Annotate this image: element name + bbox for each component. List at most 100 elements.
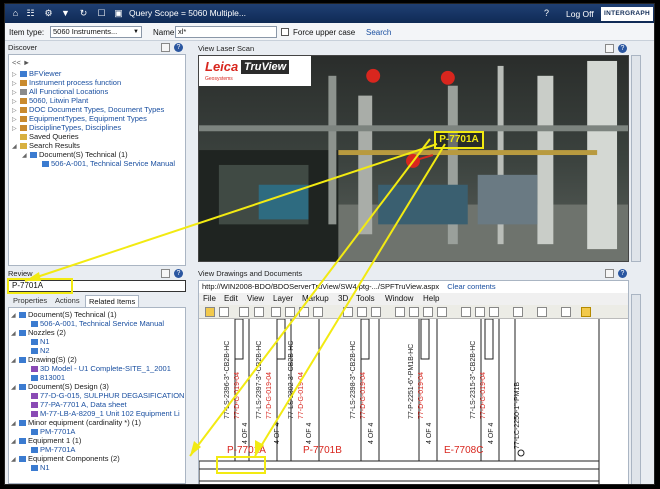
document-icon[interactable]: ☐ xyxy=(96,8,107,19)
panel-menu-icon[interactable] xyxy=(605,269,614,278)
measure-icon[interactable] xyxy=(489,307,499,317)
pipe-line-label[interactable]: 4 OF 4 xyxy=(426,422,433,444)
tree-item[interactable]: PM-7701A xyxy=(31,427,75,436)
pipe-line-label[interactable]: 77-P-2251-6"-PM1B-HC xyxy=(408,344,415,419)
filter-icon[interactable]: ▼ xyxy=(60,8,71,19)
menu-window[interactable]: Window xyxy=(385,293,413,305)
scan-callout-label[interactable]: P-7701A xyxy=(434,131,484,149)
select-icon[interactable] xyxy=(357,307,367,317)
tree-item[interactable]: 77-D-G-015, SULPHUR DEGASIFICATION xyxy=(31,391,184,400)
chevron-down-icon[interactable]: ▼ xyxy=(133,29,139,35)
tree-item[interactable]: ◢ Equipment Components (2) xyxy=(11,454,120,465)
pipe-line-label[interactable]: 77-LC-2250-1"-PM1B xyxy=(514,382,521,449)
tab-properties[interactable]: Properties xyxy=(10,295,50,307)
pipe-line-label[interactable]: 77-LS-2302-3"-CB2B-HC xyxy=(288,341,295,419)
info-icon[interactable]: ? xyxy=(174,43,183,52)
panel-menu-icon[interactable] xyxy=(161,269,170,278)
tree-item[interactable]: 506-A-001, Technical Service Manual xyxy=(31,319,164,328)
tab-actions[interactable]: Actions xyxy=(52,295,83,307)
collapse-toggle[interactable]: << ► xyxy=(12,58,30,67)
grid-icon[interactable]: ☷ xyxy=(25,8,36,19)
menu-tools[interactable]: Tools xyxy=(356,293,375,305)
tree-item[interactable]: 3D Model - U1 Complete-SITE_1_2001 xyxy=(31,364,171,373)
paste-icon[interactable] xyxy=(285,307,295,317)
menu-file[interactable]: File xyxy=(203,293,216,305)
edit-icon[interactable] xyxy=(561,307,571,317)
layer-icon[interactable] xyxy=(475,307,485,317)
info-icon[interactable]: ? xyxy=(618,44,627,53)
drawings-scrollbar[interactable] xyxy=(631,294,641,484)
info-icon[interactable]: ? xyxy=(618,269,627,278)
pipe-line-label[interactable]: 4 OF 4 xyxy=(488,422,495,444)
pipe-line-label[interactable]: 77-D-G-019-04 xyxy=(298,372,305,419)
pipe-line-label[interactable]: 4 OF 4 xyxy=(306,422,313,444)
pipe-line-label[interactable]: 4 OF 4 xyxy=(274,422,281,444)
find-icon[interactable] xyxy=(343,307,353,317)
pipe-line-label[interactable]: 77-LS-2398-3"-CB2B-HC xyxy=(350,341,357,419)
pipe-line-label[interactable]: 77-D-G-019-04 xyxy=(234,372,241,419)
force-upper-checkbox[interactable] xyxy=(281,28,289,36)
help-icon[interactable]: ? xyxy=(541,8,552,19)
pipe-line-label[interactable]: 77-D-G-019-04 xyxy=(360,372,367,419)
laser-scan-view[interactable]: Leica TruView Geosystems P-7701A xyxy=(198,55,629,262)
delete-icon[interactable] xyxy=(299,307,309,317)
clear-contents-link[interactable]: Clear contents xyxy=(447,282,495,291)
pipe-line-label[interactable]: 77-LS-2397-3"-CB2B-HC xyxy=(256,341,263,419)
tree-item[interactable]: 77-PA-7701 A, Data sheet xyxy=(31,400,127,409)
panel-menu-icon[interactable] xyxy=(161,43,170,52)
equipment-label[interactable]: P-7701A xyxy=(227,445,266,456)
equipment-label[interactable]: P-7701B xyxy=(303,445,342,456)
review-input[interactable]: P-7701A xyxy=(8,280,186,292)
refresh-icon[interactable]: ↻ xyxy=(78,8,89,19)
search-link[interactable]: Search xyxy=(366,28,391,37)
logoff-link[interactable]: Log Off xyxy=(566,9,594,19)
pipe-line-label[interactable]: 77-D-G-019-04 xyxy=(480,372,487,419)
window-icon[interactable]: ▣ xyxy=(113,8,124,19)
copy-icon[interactable] xyxy=(254,307,264,317)
markup-icon[interactable] xyxy=(461,307,471,317)
pipe-line-label[interactable]: 77-D-G-019-04 xyxy=(418,372,425,419)
pipe-line-label[interactable]: 77-D-G-019-04 xyxy=(266,372,273,419)
zoom-window-icon[interactable] xyxy=(437,307,447,317)
pipe-line-label[interactable]: 77-LS-2315-3"-CB2B-HC xyxy=(470,341,477,419)
print-icon[interactable] xyxy=(239,307,249,317)
menu-help[interactable]: Help xyxy=(423,293,439,305)
pipe-line-label[interactable]: 4 OF 4 xyxy=(368,422,375,444)
settings-icon[interactable]: ⚙ xyxy=(43,8,54,19)
zoom-extents-icon[interactable] xyxy=(395,307,405,317)
panel-menu-icon[interactable] xyxy=(605,44,614,53)
tree-item[interactable]: M-77-LB-A-8209_1 Unit 102 Equipment Li xyxy=(31,409,180,418)
open-folder-icon[interactable] xyxy=(205,307,215,317)
tree-item[interactable]: PM-7701A xyxy=(31,445,75,454)
tree-item[interactable]: 813001 xyxy=(31,373,65,382)
menu-markup[interactable]: Markup xyxy=(302,293,329,305)
tree-item[interactable]: N1 xyxy=(31,463,50,472)
menu-edit[interactable]: Edit xyxy=(224,293,238,305)
pan-icon[interactable] xyxy=(371,307,381,317)
tree-item[interactable]: N2 xyxy=(31,346,50,355)
info-icon[interactable]: ? xyxy=(174,269,183,278)
tree-item[interactable]: N1 xyxy=(31,337,50,346)
close-icon[interactable] xyxy=(313,307,323,317)
drawing-url[interactable]: http://WIN2008-BDO/BDOServerTruView/SW4.… xyxy=(202,282,439,291)
equipment-label[interactable]: E-7708C xyxy=(444,445,483,456)
item-type-select[interactable]: 5060 Instruments... xyxy=(50,26,142,38)
pipe-line-label[interactable]: 77-LS-2396-3"-CB2B-HC xyxy=(224,341,231,419)
menu-3d[interactable]: 3D xyxy=(338,293,348,305)
tree-item[interactable]: Saved Queries xyxy=(12,132,79,141)
help-icon[interactable] xyxy=(581,307,591,317)
home-icon[interactable]: ⌂ xyxy=(10,8,21,19)
tree-item[interactable]: 506-A-001, Technical Service Manual xyxy=(42,159,175,168)
save-icon[interactable] xyxy=(219,307,229,317)
zoom-out-icon[interactable] xyxy=(423,307,433,317)
print-preview-icon[interactable] xyxy=(513,307,523,317)
zoom-in-icon[interactable] xyxy=(409,307,419,317)
query-scope[interactable]: Query Scope = 5060 Multiple... xyxy=(129,8,246,18)
menu-layer[interactable]: Layer xyxy=(273,293,293,305)
pid-drawing-canvas[interactable]: 77-LS-2396-3"-CB2B-HC 77-D-G-019-04 4 OF 4… xyxy=(199,318,628,484)
pipe-line-label[interactable]: 4 OF 4 xyxy=(242,422,249,444)
scan-scrollbar[interactable] xyxy=(631,55,641,262)
menu-view[interactable]: View xyxy=(247,293,264,305)
name-input[interactable]: xl* xyxy=(175,26,277,38)
tab-related-items[interactable]: Related Items xyxy=(85,295,140,307)
